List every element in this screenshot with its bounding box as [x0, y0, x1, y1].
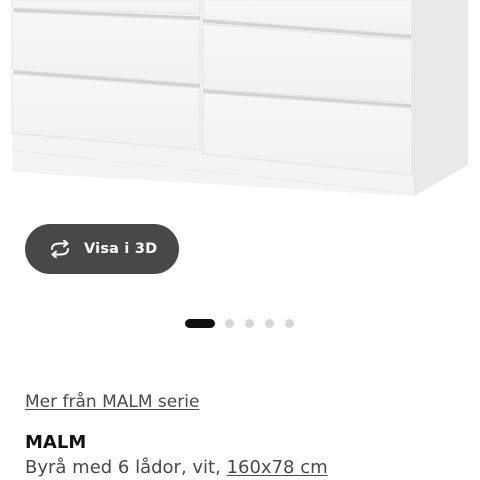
carousel-dot-5[interactable] — [285, 319, 294, 328]
more-from-series-link[interactable]: Mer från MALM serie — [25, 392, 199, 412]
product-name: MALM — [25, 432, 87, 453]
rotate-3d-icon — [47, 239, 73, 259]
carousel-dot-4[interactable] — [265, 319, 274, 328]
product-size-link[interactable]: 160x78 cm — [227, 457, 328, 478]
product-image[interactable] — [0, 0, 480, 215]
image-carousel-indicator — [185, 319, 305, 328]
product-description: Byrå med 6 lådor, vit, 160x78 cm — [25, 457, 328, 478]
view-in-3d-button[interactable]: Visa i 3D — [25, 224, 179, 274]
dresser-illustration — [11, 0, 468, 196]
carousel-dot-3[interactable] — [245, 319, 254, 328]
carousel-dot-1[interactable] — [185, 319, 215, 328]
carousel-dot-2[interactable] — [225, 319, 234, 328]
product-description-text: Byrå med 6 lådor, vit, — [25, 457, 227, 478]
view-in-3d-label: Visa i 3D — [84, 241, 158, 257]
